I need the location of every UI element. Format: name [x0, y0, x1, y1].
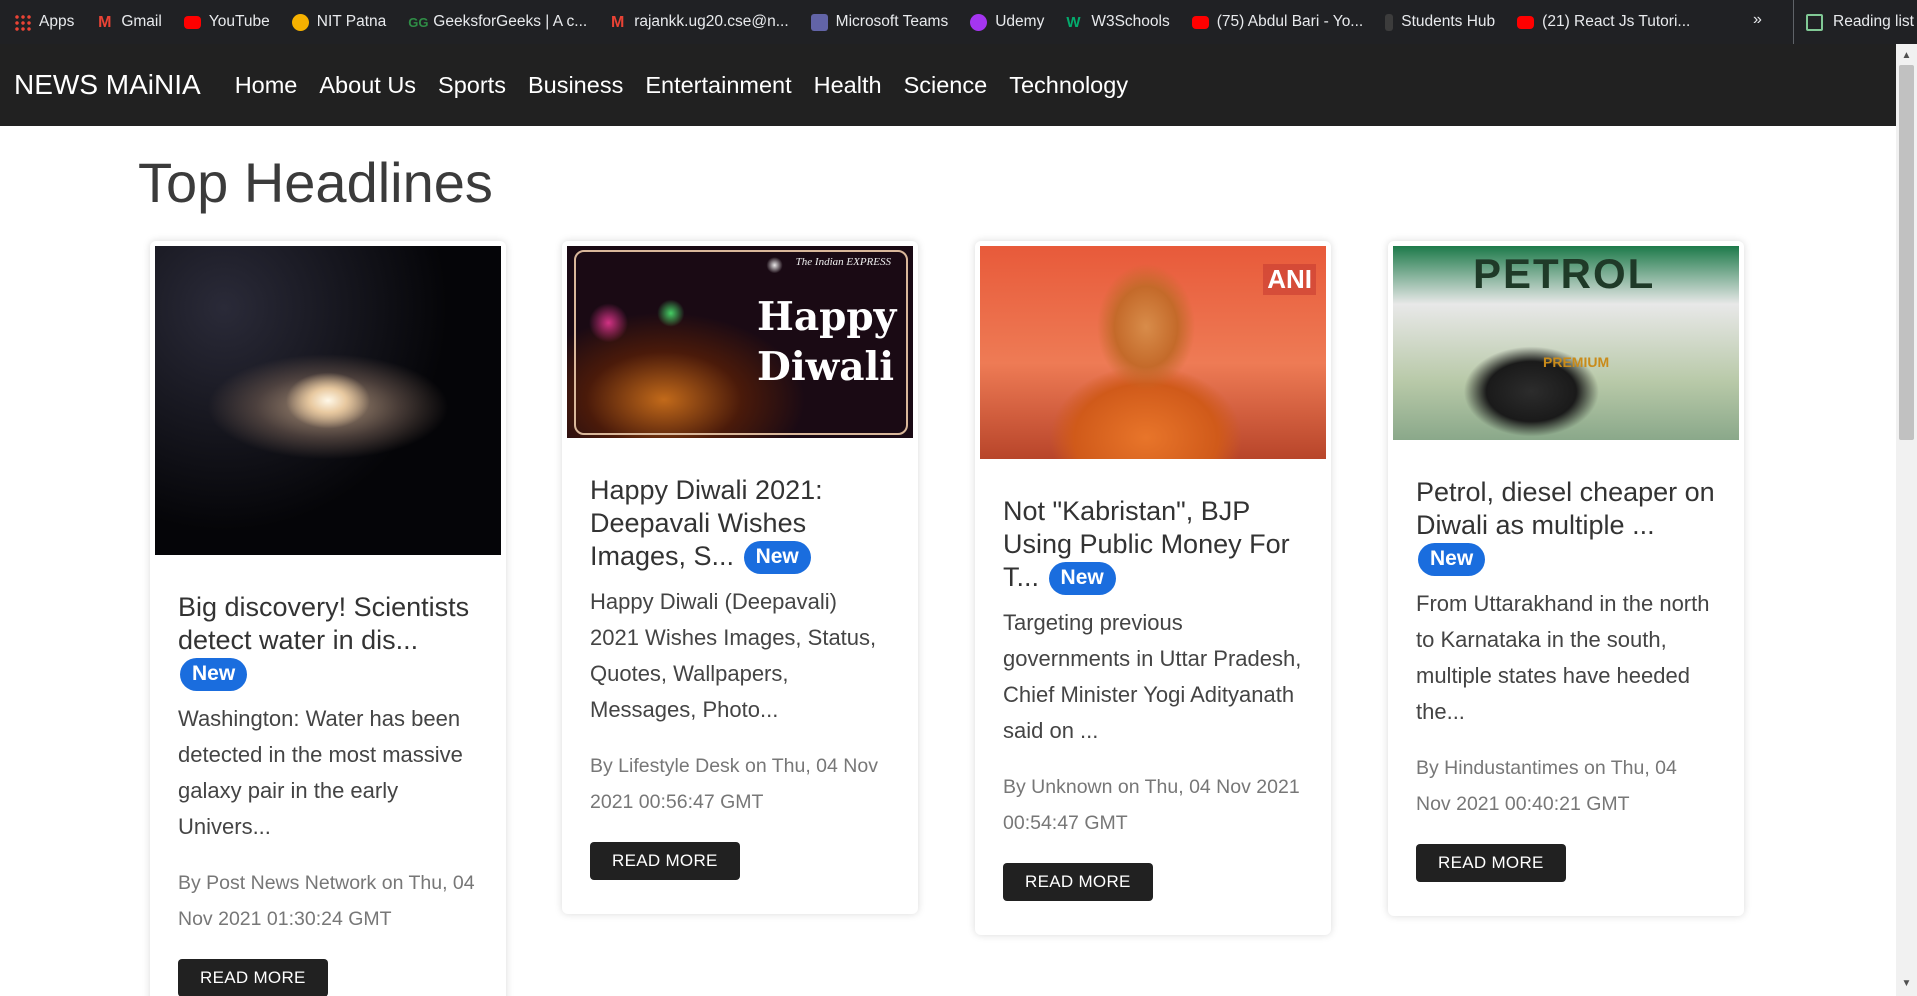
bookmark-nit-patna[interactable]: NIT Patna: [291, 13, 387, 31]
bookmarks-bar: Apps M Gmail YouTube NIT Patna GG Geeksf…: [0, 0, 1917, 44]
card-title-text: Big discovery! Scientists detect water i…: [178, 592, 470, 655]
reading-list-icon: [1806, 13, 1823, 31]
card-description: Washington: Water has been detected in t…: [178, 706, 463, 840]
bookmark-label: NIT Patna: [316, 13, 387, 30]
nav-link-home[interactable]: Home: [235, 72, 298, 99]
geeksforgeeks-icon: GG: [408, 14, 429, 30]
happy-diwali-image[interactable]: The Indian EXPRESS Happy Diwali: [567, 246, 913, 438]
bookmark-abdul-bari[interactable]: (75) Abdul Bari - Yo...: [1191, 13, 1364, 31]
nav-link-science[interactable]: Science: [904, 72, 988, 99]
main-navbar: NEWS MAiNIA Home About Us Sports Busines…: [0, 44, 1897, 126]
students-hub-icon: [1385, 13, 1394, 31]
read-more-button[interactable]: READ MORE: [178, 959, 328, 996]
bookmark-w3schools[interactable]: W W3Schools: [1066, 13, 1169, 31]
bookmark-geeksforgeeks[interactable]: GG GeeksforGeeks | A c...: [408, 13, 587, 31]
card-author-date: By Unknown on Thu, 04 Nov 2021 00:54:47 …: [1003, 776, 1300, 835]
read-more-button[interactable]: READ MORE: [1416, 844, 1566, 883]
youtube-icon: [183, 15, 201, 29]
read-more-button[interactable]: READ MORE: [590, 842, 740, 881]
card-title: Big discovery! Scientists detect water i…: [178, 591, 478, 692]
card-description: Targeting previous governments in Uttar …: [1003, 610, 1302, 744]
card-title: Petrol, diesel cheaper on Diwali as mult…: [1416, 476, 1716, 577]
bookmark-students-hub[interactable]: Students Hub: [1385, 13, 1495, 31]
image-caption: Happy Diwali: [757, 292, 896, 392]
yogi-adityanath-image[interactable]: ANI: [980, 246, 1326, 459]
image-source: The Indian EXPRESS: [795, 256, 891, 268]
card-description: Happy Diwali (Deepavali) 2021 Wishes Ima…: [590, 589, 877, 723]
card-author-date: By Post News Network on Thu, 04 Nov 2021…: [178, 872, 475, 931]
bookmark-gmail-account[interactable]: M rajankk.ug20.cse@n...: [609, 13, 789, 31]
bookmark-label: Students Hub: [1401, 13, 1496, 30]
image-caption-line: Happy: [757, 294, 897, 340]
youtube-icon: [1191, 15, 1209, 29]
scrollbar-thumb[interactable]: [1899, 65, 1914, 440]
brand-logo[interactable]: NEWS MAiNIA: [14, 69, 201, 101]
bookmark-gmail[interactable]: M Gmail: [96, 13, 162, 31]
bookmark-youtube[interactable]: YouTube: [183, 13, 270, 31]
udemy-icon: [970, 13, 988, 31]
nav-link-business[interactable]: Business: [528, 72, 623, 99]
petrol-pump-image[interactable]: PETROL PREMIUM: [1393, 246, 1739, 440]
bookmark-teams[interactable]: Microsoft Teams: [810, 13, 949, 31]
new-badge: New: [1418, 543, 1486, 577]
nav-link-health[interactable]: Health: [814, 72, 882, 99]
galaxy-image[interactable]: [155, 246, 501, 555]
youtube-icon: [1517, 15, 1535, 29]
gmail-icon: M: [611, 13, 625, 31]
bookmark-react-tutorial[interactable]: (21) React Js Tutori...: [1517, 13, 1690, 31]
card-description: From Uttarakhand in the north to Karnata…: [1416, 591, 1710, 725]
card-title: Happy Diwali 2021: Deepavali Wishes Imag…: [590, 474, 890, 575]
bookmark-label: Udemy: [995, 13, 1045, 30]
scroll-down-arrow-icon[interactable]: ▼: [1900, 978, 1913, 989]
nav-link-about-us[interactable]: About Us: [319, 72, 416, 99]
news-card: Big discovery! Scientists detect water i…: [150, 241, 506, 996]
nav-link-sports[interactable]: Sports: [438, 72, 506, 99]
bookmark-label: rajankk.ug20.cse@n...: [634, 13, 789, 30]
bookmark-label: GeeksforGeeks | A c...: [433, 13, 588, 30]
image-caption: PETROL: [1473, 250, 1656, 297]
apps-grid-icon: [14, 13, 31, 31]
bookmark-label: W3Schools: [1091, 13, 1170, 30]
reading-list-button[interactable]: Reading list: [1793, 0, 1914, 44]
image-source: ANI: [1263, 264, 1316, 295]
news-card: The Indian EXPRESS Happy Diwali Happy Di…: [562, 241, 918, 915]
more-bookmarks-chevron-icon[interactable]: »: [1753, 11, 1762, 29]
nit-patna-icon: [291, 13, 309, 31]
bookmark-label: (75) Abdul Bari - Yo...: [1216, 13, 1364, 30]
bookmark-label: Apps: [39, 13, 75, 30]
news-card: ANI Not "Kabristan", BJP Using Public Mo…: [975, 241, 1331, 936]
bookmark-label: YouTube: [208, 13, 270, 30]
card-author-date: By Lifestyle Desk on Thu, 04 Nov 2021 00…: [590, 755, 878, 814]
card-author-date: By Hindustantimes on Thu, 04 Nov 2021 00…: [1416, 757, 1677, 816]
bookmark-udemy[interactable]: Udemy: [970, 13, 1044, 31]
card-title-text: Petrol, diesel cheaper on Diwali as mult…: [1416, 477, 1715, 540]
bookmark-apps[interactable]: Apps: [14, 13, 74, 31]
page-title: Top Headlines: [138, 151, 493, 214]
bookmark-label: (21) React Js Tutori...: [1542, 13, 1691, 30]
new-badge: New: [1048, 562, 1116, 596]
scroll-up-arrow-icon[interactable]: ▲: [1900, 50, 1913, 61]
nav-link-technology[interactable]: Technology: [1009, 72, 1128, 99]
bookmark-label: Gmail: [121, 13, 162, 30]
nav-link-entertainment[interactable]: Entertainment: [645, 72, 791, 99]
image-caption-line: Diwali: [757, 344, 895, 390]
card-title-text: Not "Kabristan", BJP Using Public Money …: [1003, 496, 1290, 592]
new-badge: New: [743, 541, 811, 575]
gmail-icon: M: [98, 13, 112, 31]
teams-icon: [810, 13, 828, 31]
read-more-button[interactable]: READ MORE: [1003, 863, 1153, 902]
card-title: Not "Kabristan", BJP Using Public Money …: [1003, 495, 1303, 596]
news-card: PETROL PREMIUM Petrol, diesel cheaper on…: [1388, 241, 1744, 917]
reading-list-label: Reading list: [1833, 13, 1914, 30]
w3schools-icon: W: [1066, 13, 1081, 31]
bookmark-label: Microsoft Teams: [835, 13, 949, 30]
image-caption: PREMIUM: [1543, 354, 1610, 370]
new-badge: New: [180, 658, 248, 692]
